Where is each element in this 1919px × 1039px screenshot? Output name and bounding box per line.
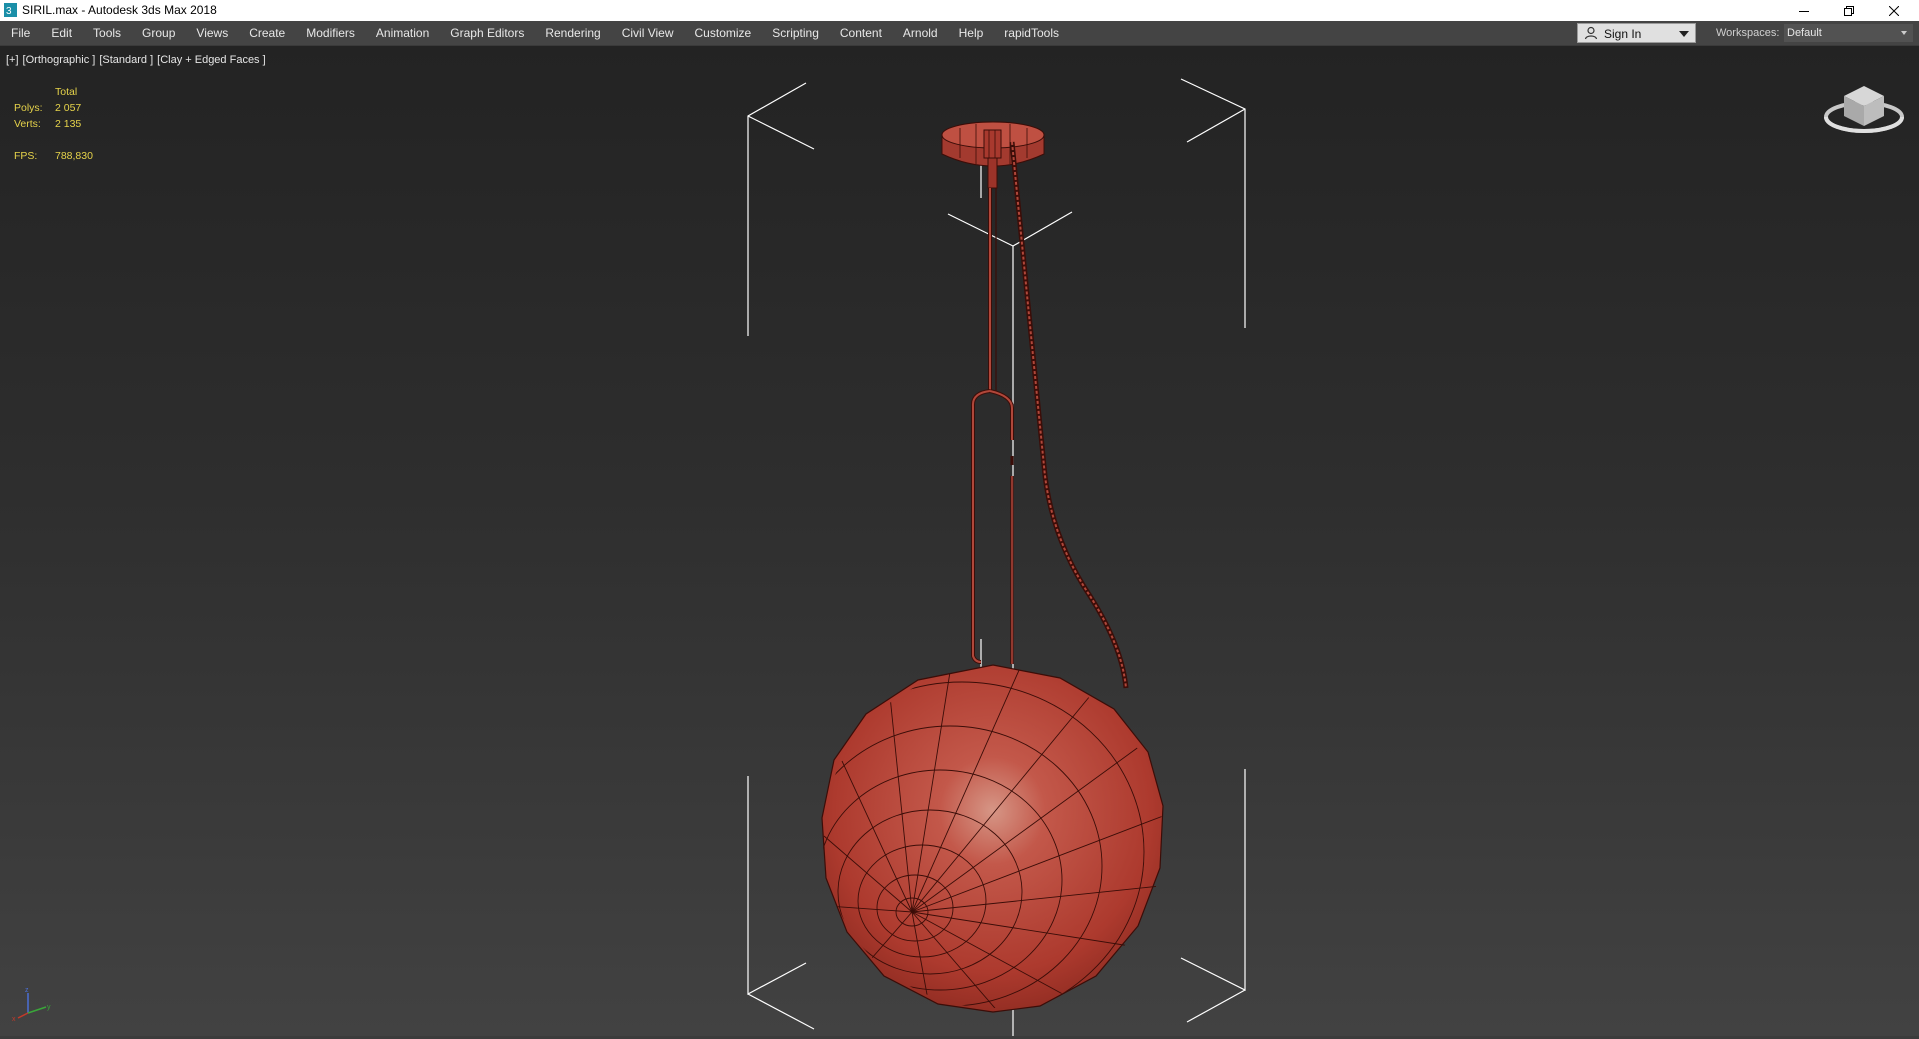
menu-create[interactable]: Create [238, 21, 295, 45]
menu-modifiers[interactable]: Modifiers [295, 21, 365, 45]
lamp-rod [970, 188, 1014, 664]
close-button[interactable] [1871, 0, 1916, 21]
axis-tripod-icon: z x y [12, 987, 51, 1023]
menu-arnold[interactable]: Arnold [892, 21, 948, 45]
lamp-canopy [941, 121, 1045, 189]
menu-graph-editors[interactable]: Graph Editors [439, 21, 534, 45]
menu-file[interactable]: File [0, 21, 40, 45]
sign-in-button[interactable]: Sign In [1577, 23, 1696, 43]
menu-help[interactable]: Help [948, 21, 994, 45]
3dsmax-app-icon: 3 [4, 3, 17, 17]
lamp-cable [1009, 141, 1129, 689]
workspaces-value: Default [1787, 27, 1822, 39]
menu-items: File Edit Tools Group Views Create Modifiers An… [0, 21, 1069, 45]
chevron-down-icon [1679, 31, 1689, 37]
menu-civil-view[interactable]: Civil View [611, 21, 684, 45]
menu-animation[interactable]: Animation [365, 21, 439, 45]
sign-in-label: Sign In [1604, 27, 1642, 41]
menu-rendering[interactable]: Rendering [534, 21, 610, 45]
close-icon [1888, 5, 1899, 16]
restore-button[interactable] [1826, 0, 1871, 21]
window-title: SIRIL.max - Autodesk 3ds Max 2018 [22, 3, 217, 17]
viewcube-icon[interactable] [1822, 80, 1906, 142]
chevron-down-icon [1901, 31, 1907, 35]
menu-edit[interactable]: Edit [40, 21, 82, 45]
restore-icon [1843, 5, 1854, 16]
menu-group[interactable]: Group [131, 21, 185, 45]
svg-text:x: x [12, 1016, 16, 1023]
menu-content[interactable]: Content [829, 21, 892, 45]
scene-canvas [747, 78, 1246, 1039]
workspaces-label: Workspaces: [1716, 27, 1780, 39]
workspaces-dropdown[interactable]: Default [1784, 24, 1913, 42]
minimize-icon [1798, 10, 1809, 12]
menu-customize[interactable]: Customize [684, 21, 762, 45]
svg-text:z: z [25, 987, 29, 994]
menu-rapidtools[interactable]: rapidTools [993, 21, 1069, 45]
svg-text:y: y [47, 1004, 51, 1011]
svg-text:3: 3 [6, 6, 12, 17]
user-icon [1584, 26, 1598, 40]
title-bar: 3 SIRIL.max - Autodesk 3ds Max 2018 [0, 0, 1919, 21]
minimize-button[interactable] [1781, 0, 1826, 21]
perspective-viewport[interactable]: [+] [Orthographic ] [Standard ] [Clay + Edg… [0, 46, 1919, 1039]
menu-views[interactable]: Views [185, 21, 238, 45]
lamp-globe [821, 664, 1164, 1013]
menu-scripting[interactable]: Scripting [761, 21, 829, 45]
menu-tools[interactable]: Tools [82, 21, 131, 45]
